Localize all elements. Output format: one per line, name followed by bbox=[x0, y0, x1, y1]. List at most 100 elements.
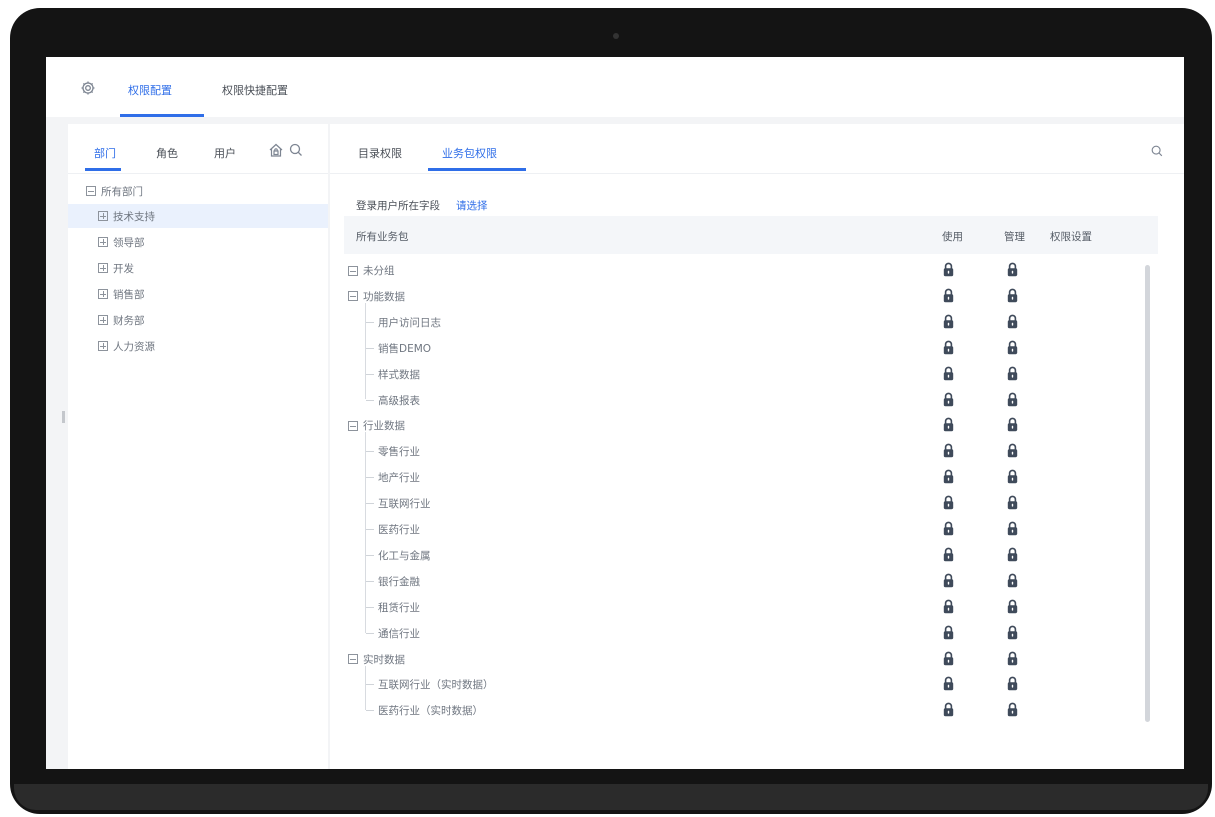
use-lock-icon[interactable] bbox=[943, 495, 954, 510]
tree-connector bbox=[366, 477, 374, 479]
package-row[interactable]: 高级报表 bbox=[344, 387, 1144, 413]
manage-lock-icon[interactable] bbox=[1007, 573, 1018, 588]
manage-lock-icon[interactable] bbox=[1007, 314, 1018, 329]
manage-lock-icon[interactable] bbox=[1007, 651, 1018, 666]
package-group-row[interactable]: 实时数据 bbox=[344, 646, 1144, 672]
package-label-wrap: 地产行业 bbox=[366, 470, 420, 485]
collapse-icon[interactable] bbox=[348, 420, 358, 431]
manage-lock-icon[interactable] bbox=[1007, 547, 1018, 562]
package-row[interactable]: 用户访问日志 bbox=[344, 309, 1144, 335]
use-lock-icon[interactable] bbox=[943, 392, 954, 407]
manage-lock-icon[interactable] bbox=[1007, 392, 1018, 407]
package-label-wrap: 未分组 bbox=[348, 263, 395, 278]
tree-item[interactable]: 技术支持 bbox=[68, 204, 328, 228]
tree-item-label: 销售部 bbox=[113, 288, 145, 301]
use-lock-icon[interactable] bbox=[943, 340, 954, 355]
manage-lock-icon[interactable] bbox=[1007, 262, 1018, 277]
use-lock-icon[interactable] bbox=[943, 443, 954, 458]
package-label: 实时数据 bbox=[363, 653, 405, 666]
collapse-icon[interactable] bbox=[86, 186, 96, 196]
tree-item[interactable]: 领导部 bbox=[68, 230, 328, 254]
package-label: 租赁行业 bbox=[378, 601, 420, 614]
use-lock-icon[interactable] bbox=[943, 288, 954, 303]
manage-lock-icon[interactable] bbox=[1007, 417, 1018, 432]
use-lock-icon[interactable] bbox=[943, 702, 954, 717]
package-label-wrap: 通信行业 bbox=[366, 626, 420, 641]
package-row[interactable]: 通信行业 bbox=[344, 620, 1144, 646]
package-row[interactable]: 化工与金属 bbox=[344, 542, 1144, 568]
package-row[interactable]: 医药行业（实时数据） bbox=[344, 697, 1144, 723]
expand-icon[interactable] bbox=[98, 289, 108, 299]
manage-lock-icon[interactable] bbox=[1007, 676, 1018, 691]
left-panel: 部门 角色 用户 所有部门 技术支持 领导部 开发 销售部 财务部 人力资源 bbox=[68, 124, 328, 769]
tree-connector bbox=[366, 710, 374, 712]
package-row[interactable]: 互联网行业（实时数据） bbox=[344, 671, 1144, 697]
scrollbar[interactable] bbox=[1145, 265, 1150, 722]
tree-item[interactable]: 财务部 bbox=[68, 308, 328, 332]
package-group-row[interactable]: 行业数据 bbox=[344, 412, 1144, 438]
tree-item[interactable]: 销售部 bbox=[68, 282, 328, 306]
use-lock-icon[interactable] bbox=[943, 599, 954, 614]
collapse-icon[interactable] bbox=[348, 265, 358, 276]
search-icon[interactable] bbox=[288, 142, 304, 158]
expand-icon[interactable] bbox=[98, 263, 108, 273]
tree-item[interactable]: 开发 bbox=[68, 256, 328, 280]
package-row[interactable]: 样式数据 bbox=[344, 361, 1144, 387]
manage-lock-icon[interactable] bbox=[1007, 366, 1018, 381]
package-row[interactable]: 银行金融 bbox=[344, 568, 1144, 594]
package-row[interactable]: 互联网行业 bbox=[344, 490, 1144, 516]
package-row[interactable]: 销售DEMO bbox=[344, 335, 1144, 361]
package-group-row[interactable]: 功能数据 bbox=[344, 283, 1144, 309]
manage-lock-icon[interactable] bbox=[1007, 521, 1018, 536]
manage-lock-icon[interactable] bbox=[1007, 625, 1018, 640]
tab-permission-quick-config[interactable]: 权限快捷配置 bbox=[222, 82, 288, 98]
tab-user[interactable]: 用户 bbox=[214, 145, 236, 161]
package-group-row[interactable]: 未分组 bbox=[344, 257, 1144, 283]
manage-lock-icon[interactable] bbox=[1007, 340, 1018, 355]
package-label-wrap: 医药行业（实时数据） bbox=[366, 703, 483, 718]
use-lock-icon[interactable] bbox=[943, 625, 954, 640]
expand-icon[interactable] bbox=[98, 211, 108, 221]
column-header-manage: 管理 bbox=[1004, 231, 1025, 243]
package-row[interactable]: 医药行业 bbox=[344, 516, 1144, 542]
tree-item[interactable]: 所有部门 bbox=[68, 179, 328, 203]
use-lock-icon[interactable] bbox=[943, 417, 954, 432]
manage-lock-icon[interactable] bbox=[1007, 443, 1018, 458]
use-lock-icon[interactable] bbox=[943, 573, 954, 588]
expand-icon[interactable] bbox=[98, 341, 108, 351]
use-lock-icon[interactable] bbox=[943, 676, 954, 691]
use-lock-icon[interactable] bbox=[943, 366, 954, 381]
manage-lock-icon[interactable] bbox=[1007, 599, 1018, 614]
use-lock-icon[interactable] bbox=[943, 314, 954, 329]
manage-lock-icon[interactable] bbox=[1007, 288, 1018, 303]
home-lock-icon[interactable] bbox=[268, 142, 284, 158]
manage-lock-icon[interactable] bbox=[1007, 702, 1018, 717]
permission-table: 所有业务包 使用 管理 权限设置 未分组 功能数据 用户访问日志 销售DEMO 样式数据… bbox=[344, 216, 1158, 756]
use-lock-icon[interactable] bbox=[943, 547, 954, 562]
use-lock-icon[interactable] bbox=[943, 469, 954, 484]
tree-item[interactable]: 人力资源 bbox=[68, 334, 328, 358]
gear-icon[interactable] bbox=[80, 80, 96, 96]
tab-business-package-permission[interactable]: 业务包权限 bbox=[442, 145, 497, 161]
collapse-icon[interactable] bbox=[348, 291, 358, 302]
package-row[interactable]: 零售行业 bbox=[344, 438, 1144, 464]
select-field-link[interactable]: 请选择 bbox=[456, 198, 488, 213]
expand-icon[interactable] bbox=[98, 315, 108, 325]
tab-directory-permission[interactable]: 目录权限 bbox=[358, 145, 402, 161]
tree-item-label: 人力资源 bbox=[113, 340, 155, 353]
package-row[interactable]: 租赁行业 bbox=[344, 594, 1144, 620]
tab-department[interactable]: 部门 bbox=[94, 145, 116, 161]
use-lock-icon[interactable] bbox=[943, 651, 954, 666]
collapse-icon[interactable] bbox=[348, 654, 358, 664]
tab-permission-config[interactable]: 权限配置 bbox=[128, 82, 172, 98]
divider bbox=[330, 173, 1184, 174]
use-lock-icon[interactable] bbox=[943, 262, 954, 277]
search-icon[interactable] bbox=[1150, 143, 1164, 157]
expand-icon[interactable] bbox=[98, 237, 108, 247]
manage-lock-icon[interactable] bbox=[1007, 495, 1018, 510]
package-row[interactable]: 地产行业 bbox=[344, 464, 1144, 490]
tab-role[interactable]: 角色 bbox=[156, 145, 178, 161]
manage-lock-icon[interactable] bbox=[1007, 469, 1018, 484]
use-lock-icon[interactable] bbox=[943, 521, 954, 536]
left-resize-handle[interactable] bbox=[62, 411, 65, 423]
